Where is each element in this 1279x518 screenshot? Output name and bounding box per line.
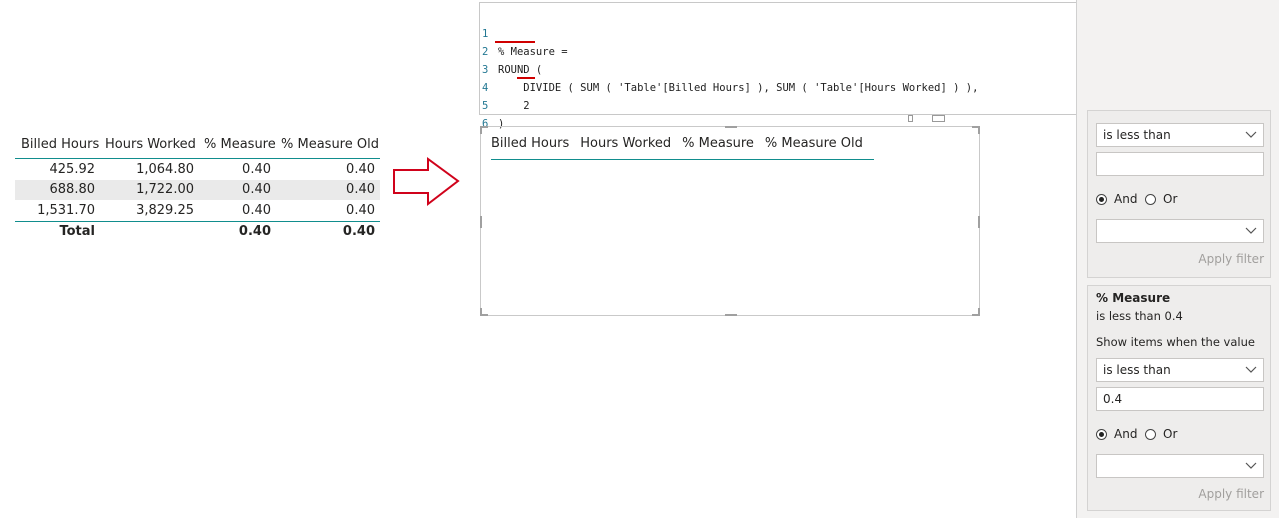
operator-value: is less than — [1103, 363, 1171, 377]
filter-card-measure: % Measure is less than 0.4 Show items wh… — [1087, 285, 1271, 511]
code-line[interactable]: 4 2 — [480, 61, 530, 112]
or-radio[interactable]: Or — [1145, 427, 1177, 441]
resize-handle[interactable] — [978, 126, 980, 134]
empty-table-visual[interactable]: Billed Hours Hours Worked % Measure % Me… — [480, 126, 980, 316]
or-radio[interactable]: Or — [1145, 192, 1177, 206]
chevron-down-icon — [1245, 227, 1257, 234]
resize-handle[interactable] — [978, 308, 980, 316]
value-input[interactable] — [1096, 152, 1264, 176]
cell: 0.40 — [346, 161, 375, 177]
col-header-billed-hours[interactable]: Billed Hours — [15, 137, 101, 152]
operator-select[interactable]: is less than — [1096, 358, 1264, 382]
cell: 0.40 — [242, 182, 271, 198]
second-operator-select[interactable] — [1096, 454, 1264, 478]
or-label: Or — [1163, 192, 1178, 206]
focus-mode-icon[interactable] — [932, 115, 945, 122]
resize-handle[interactable] — [480, 126, 482, 134]
resize-handle[interactable] — [480, 216, 482, 228]
code-line[interactable]: 3 DIVIDE ( SUM ( 'Table'[Billed Hours] )… — [480, 43, 978, 94]
col-header-measure[interactable]: % Measure — [682, 136, 754, 151]
resize-handle[interactable] — [480, 308, 482, 316]
radio-empty-icon — [1145, 193, 1156, 205]
chevron-down-icon — [1245, 462, 1257, 469]
cell: 1,064.80 — [136, 161, 194, 177]
cell: 3,829.25 — [136, 202, 194, 218]
radio-selected-icon — [1096, 193, 1107, 205]
and-label: And — [1114, 427, 1138, 441]
table-row: 425.92 1,064.80 0.40 0.40 — [15, 159, 380, 180]
col-header-billed-hours[interactable]: Billed Hours — [491, 136, 569, 151]
cell: 688.80 — [49, 182, 96, 198]
cell: 0.40 — [238, 224, 271, 239]
radio-empty-icon — [1145, 428, 1156, 440]
filter-icon[interactable] — [908, 115, 913, 122]
col-header-measure-old[interactable]: % Measure Old — [278, 137, 380, 152]
show-items-label: Show items when the value — [1096, 335, 1255, 349]
cell: 425.92 — [49, 161, 96, 177]
apply-filter-button[interactable]: Apply filter — [1198, 487, 1264, 501]
resize-handle[interactable] — [725, 126, 737, 128]
col-header-hours-worked[interactable]: Hours Worked — [580, 136, 671, 151]
and-radio[interactable]: And — [1096, 192, 1137, 206]
cell: 1,531.70 — [37, 202, 95, 218]
table-header-row: Billed Hours Hours Worked % Measure % Me… — [15, 130, 380, 159]
right-arrow-icon — [393, 157, 460, 207]
radio-selected-icon — [1096, 428, 1107, 440]
table-row: 688.80 1,722.00 0.40 0.40 — [15, 179, 380, 200]
total-label: Total — [59, 224, 95, 239]
filter-card-title[interactable]: % Measure — [1096, 291, 1170, 305]
digits-underline — [517, 77, 535, 79]
code-line[interactable]: 5 ) — [480, 79, 505, 130]
filter-summary: is less than 0.4 — [1096, 309, 1183, 323]
code-text: % Measure = — [498, 46, 568, 58]
col-header-measure-old[interactable]: % Measure Old — [765, 136, 863, 151]
visual-header-row: Billed Hours Hours Worked % Measure % Me… — [491, 127, 874, 160]
filter-card: is less than And Or Apply filter — [1087, 110, 1271, 278]
table-total-row: Total 0.40 0.40 — [15, 220, 380, 242]
col-header-measure[interactable]: % Measure — [201, 137, 278, 152]
value-input[interactable]: 0.4 — [1096, 387, 1264, 411]
cell: 0.40 — [242, 202, 271, 218]
code-line[interactable]: 6 — [480, 97, 505, 130]
cell: 0.40 — [346, 182, 375, 198]
col-header-hours-worked[interactable]: Hours Worked — [101, 137, 201, 152]
resize-handle[interactable] — [978, 216, 980, 228]
round-underline — [495, 41, 535, 43]
cell: 1,722.00 — [136, 182, 194, 198]
and-radio[interactable]: And — [1096, 427, 1137, 441]
cell: 0.40 — [242, 161, 271, 177]
code-text: DIVIDE ( SUM ( 'Table'[Billed Hours] ), … — [498, 82, 979, 94]
operator-value: is less than — [1103, 128, 1171, 142]
or-label: Or — [1163, 427, 1178, 441]
table-row: 1,531.70 3,829.25 0.40 0.40 — [15, 200, 380, 221]
cell: 0.40 — [342, 224, 375, 239]
second-operator-select[interactable] — [1096, 219, 1264, 243]
operator-select[interactable]: is less than — [1096, 123, 1264, 147]
chevron-down-icon — [1245, 131, 1257, 138]
resize-handle[interactable] — [725, 314, 737, 316]
and-label: And — [1114, 192, 1138, 206]
apply-filter-button[interactable]: Apply filter — [1198, 252, 1264, 266]
source-table: Billed Hours Hours Worked % Measure % Me… — [15, 130, 380, 242]
chevron-down-icon — [1245, 366, 1257, 373]
cell: 0.40 — [346, 202, 375, 218]
code-line[interactable]: 1 % Measure = — [480, 7, 568, 58]
